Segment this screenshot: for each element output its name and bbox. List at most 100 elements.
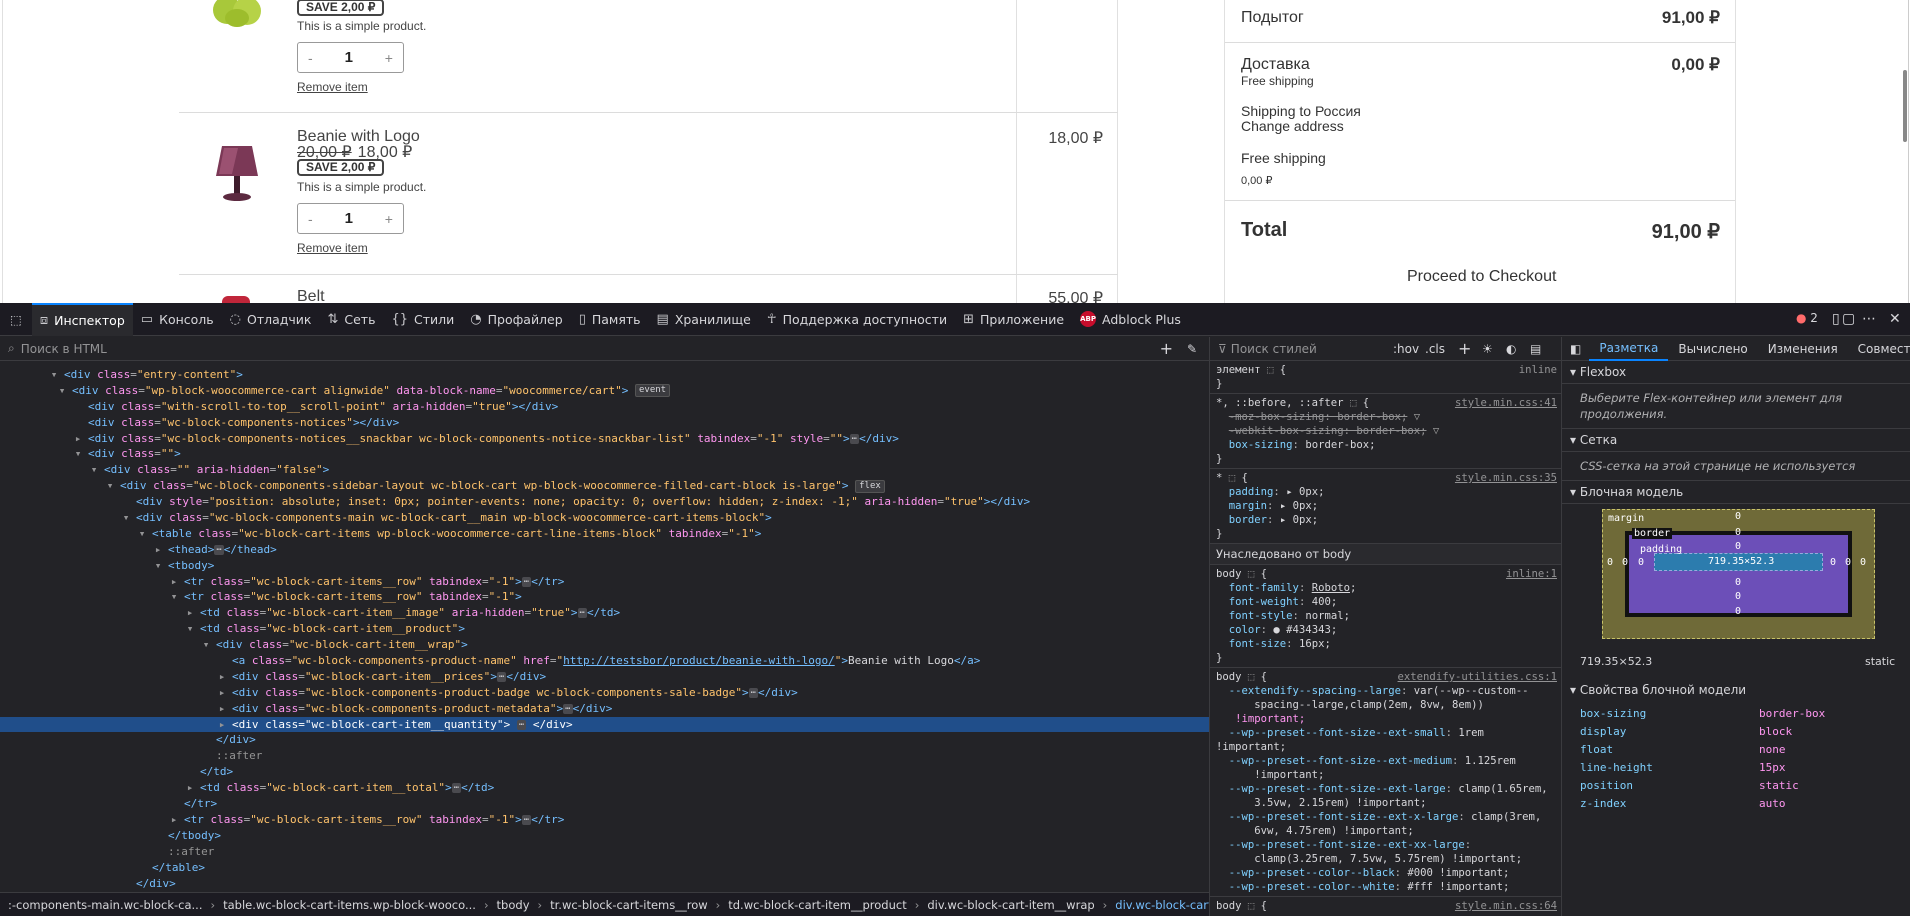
tab-styles[interactable]: {} Стили [383,303,462,336]
product-image-beanie[interactable] [210,140,264,204]
change-address-link[interactable]: Change address [1241,118,1344,134]
breadcrumb-item[interactable]: tbody [489,898,538,912]
border-right-value[interactable]: 0 [1845,557,1851,568]
dark-scheme-icon[interactable]: ◐ [1506,342,1516,356]
dom-node-row[interactable]: ▾ <div class="entry-content"> [0,367,1209,383]
remove-item-link[interactable]: Remove item [297,241,368,255]
breadcrumb-item[interactable]: :-components-main.wc-block-ca... [0,898,211,912]
dom-node-row[interactable]: </div> [0,732,1209,748]
tab-network[interactable]: ⇅ Сеть [319,303,383,336]
eyedropper-icon[interactable]: ✎ [1187,342,1197,356]
product-name-link[interactable]: Belt [297,288,325,303]
tab-console[interactable]: ▭ Консоль [133,303,222,336]
quantity-increase-button[interactable]: + [385,50,393,66]
quantity-decrease-button[interactable]: - [308,50,313,66]
tab-compatibility[interactable]: Совмести [1848,337,1910,361]
add-node-icon[interactable]: + [1160,339,1173,358]
dom-node-row[interactable]: ▾ <tbody> [0,558,1209,574]
breadcrumb-item[interactable]: div.wc-block-cart-item__quantity [1107,898,1209,912]
margin-right-value[interactable]: 0 [1860,557,1866,568]
tab-layout[interactable]: Разметка [1589,337,1669,361]
dom-node-row[interactable]: <div class="wc-block-components-notices"… [0,415,1209,431]
breadcrumb-item[interactable]: tr.wc-block-cart-items__row [542,898,716,912]
page-scrollbar[interactable] [1903,70,1907,142]
margin-top-value[interactable]: 0 [1735,511,1741,522]
dom-node-row[interactable]: </div> [0,876,1209,892]
padding-bottom-value[interactable]: 0 [1735,577,1741,588]
tab-accessibility[interactable]: ☥ Поддержка доступности [759,303,955,336]
dom-node-row[interactable]: <div style="position: absolute; inset: 0… [0,494,1209,510]
add-rule-icon[interactable]: + [1458,340,1471,356]
responsive-design-icon[interactable]: ▢ [1842,311,1855,327]
dom-node-row[interactable]: </td> [0,764,1209,780]
dom-node-row[interactable]: ▾ <table class="wc-block-cart-items wp-b… [0,526,1209,542]
breadcrumb-item[interactable]: div.wc-block-cart-item__wrap [919,898,1102,912]
close-icon[interactable]: ✕ [1889,311,1901,327]
dom-node-row[interactable]: ▸ <thead> ⋯ </thead> [0,542,1209,558]
tab-application[interactable]: ⊞ Приложение [955,303,1072,336]
selected-node-row[interactable]: ▸ <div class="wc-block-cart-item__quanti… [0,716,1209,733]
free-shipping-option[interactable]: Free shipping [1241,150,1326,166]
more-options-icon[interactable]: ⋯ [1862,311,1876,327]
styles-filter-input[interactable]: Поиск стилей [1231,342,1317,356]
quantity-decrease-button[interactable]: - [308,211,313,227]
remove-item-link[interactable]: Remove item [297,80,368,94]
tab-storage[interactable]: ▤ Хранилище [649,303,759,336]
dom-node-row[interactable]: ▸ <div class="wc-block-components-produc… [0,701,1209,717]
hov-toggle[interactable]: :hov [1393,342,1419,356]
dom-node-row[interactable]: ▸ <td class="wc-block-cart-item__image" … [0,605,1209,621]
dom-node-row[interactable]: ▾ <td class="wc-block-cart-item__product… [0,621,1209,637]
tab-memory[interactable]: ▯ Память [571,303,649,336]
proceed-to-checkout-button[interactable]: Proceed to Checkout [1407,268,1556,286]
error-icon[interactable]: ● 2 [1796,311,1818,325]
margin-left-value[interactable]: 0 [1607,557,1613,568]
dom-node-row[interactable]: <div class="with-scroll-to-top__scroll-p… [0,399,1209,415]
grid-section-header[interactable]: ▾ Сетка [1562,429,1910,452]
tab-adblock-plus[interactable]: ABP Adblock Plus [1072,303,1189,336]
quantity-increase-button[interactable]: + [385,211,393,227]
box-model-properties-header[interactable]: ▾ Свойства блочной модели [1562,679,1910,701]
breadcrumb-item[interactable]: table.wc-block-cart-items.wp-block-wooco… [215,898,484,912]
html-search-input[interactable]: Поиск в HTML [21,342,107,356]
dom-node-row[interactable]: ▾ <div class=""> [0,446,1209,462]
tab-inspector[interactable]: ⧈ Инспектор [31,302,133,336]
light-scheme-icon[interactable]: ☀ [1482,342,1493,356]
padding-right-value[interactable]: 0 [1830,557,1836,568]
dom-node-row[interactable]: ▸ <div class="wc-block-cart-item__prices… [0,669,1209,685]
dom-node-row[interactable]: ▾ <div class="" aria-hidden="false"> [0,462,1209,478]
margin-bottom-value[interactable]: 0 [1735,606,1741,617]
dom-node-row[interactable]: ▾ <div class="wc-block-cart-item__wrap"> [0,637,1209,653]
tab-computed[interactable]: Вычислено [1668,337,1757,361]
border-top-value[interactable]: 0 [1735,527,1741,538]
element-picker-icon[interactable]: ⬚ [0,303,32,336]
dom-node-row[interactable]: ▸ <td class="wc-block-cart-item__total">… [0,780,1209,796]
box-model-section-header[interactable]: ▾ Блочная модель [1562,481,1910,504]
dom-node-row[interactable]: ::after [0,748,1209,764]
dom-node-row[interactable]: </tr> [0,796,1209,812]
padding-left-value[interactable]: 0 [1638,557,1644,568]
dom-node-row[interactable]: <a class="wc-block-components-product-na… [0,653,1209,669]
print-media-icon[interactable]: ▤ [1530,342,1541,356]
tab-changes[interactable]: Изменения [1758,337,1848,361]
dock-side-icon[interactable]: ▯ [1832,311,1840,327]
dom-node-row[interactable]: ▸ <tr class="wc-block-cart-items__row" t… [0,812,1209,828]
border-bottom-value[interactable]: 0 [1735,591,1741,602]
dom-node-row[interactable]: ::after [0,844,1209,860]
dom-node-row[interactable]: ▾ <div class="wc-block-components-main w… [0,510,1209,526]
dom-node-row[interactable]: ▸ <div class="wc-block-components-notice… [0,431,1209,447]
border-left-value[interactable]: 0 [1622,557,1628,568]
breadcrumb-item[interactable]: td.wc-block-cart-item__product [720,898,914,912]
dom-node-row[interactable]: ▾ <div class="wc-block-components-sideba… [0,478,1209,494]
cls-toggle[interactable]: .cls [1425,342,1445,356]
dom-node-row[interactable]: ▸ <div class="wc-block-components-produc… [0,685,1209,701]
dom-node-row[interactable]: ▾ <tr class="wc-block-cart-items__row" t… [0,589,1209,605]
dom-node-row[interactable]: ▸ <tr class="wc-block-cart-items__row" t… [0,574,1209,590]
tab-debugger[interactable]: ◌ Отладчик [222,303,320,336]
sidebar-toggle-icon[interactable]: ◧ [1562,342,1589,356]
dom-node-row[interactable]: </table> [0,860,1209,876]
tab-profiler[interactable]: ◔ Профайлер [462,303,570,336]
flexbox-section-header[interactable]: ▾ Flexbox [1562,361,1910,384]
quantity-input[interactable]: 1 [345,49,353,66]
quantity-input[interactable]: 1 [345,210,353,227]
dom-node-row[interactable]: </tbody> [0,828,1209,844]
